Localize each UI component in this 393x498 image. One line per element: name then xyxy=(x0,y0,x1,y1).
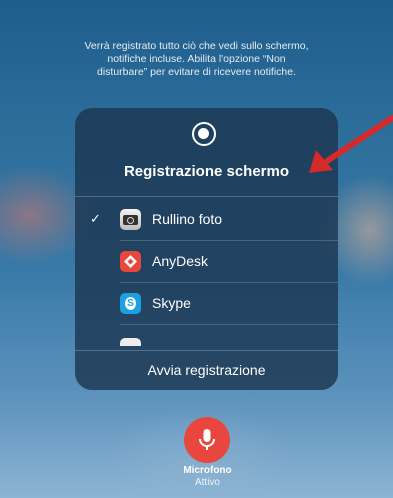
microphone-label: Microfono xyxy=(183,465,232,476)
microphone-status: Attivo xyxy=(194,477,220,488)
microphone-button[interactable] xyxy=(184,417,230,463)
microphone-caption: Microfono Attivo xyxy=(150,465,265,488)
microphone-icon xyxy=(199,429,215,450)
